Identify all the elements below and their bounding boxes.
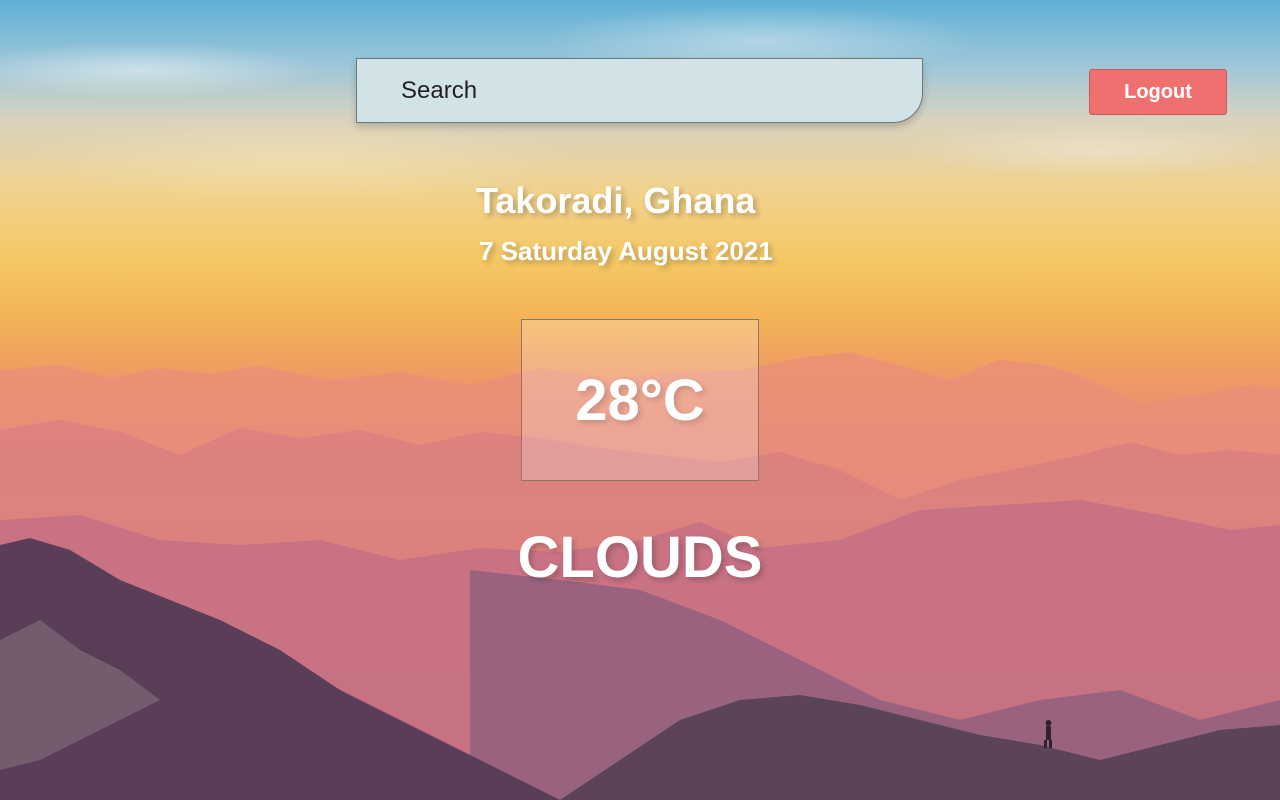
current-date: 7 Saturday August 2021 xyxy=(479,236,773,266)
search-input[interactable] xyxy=(356,58,923,123)
temperature-card: 28°C xyxy=(521,319,759,481)
weather-condition: CLOUDS xyxy=(517,525,763,590)
logout-button[interactable]: Logout xyxy=(1089,69,1227,115)
location-title: Takoradi, Ghana xyxy=(476,180,756,221)
temperature-value: 28°C xyxy=(575,367,705,433)
weather-app: Logout Takoradi, Ghana 7 Saturday August… xyxy=(0,0,1280,800)
